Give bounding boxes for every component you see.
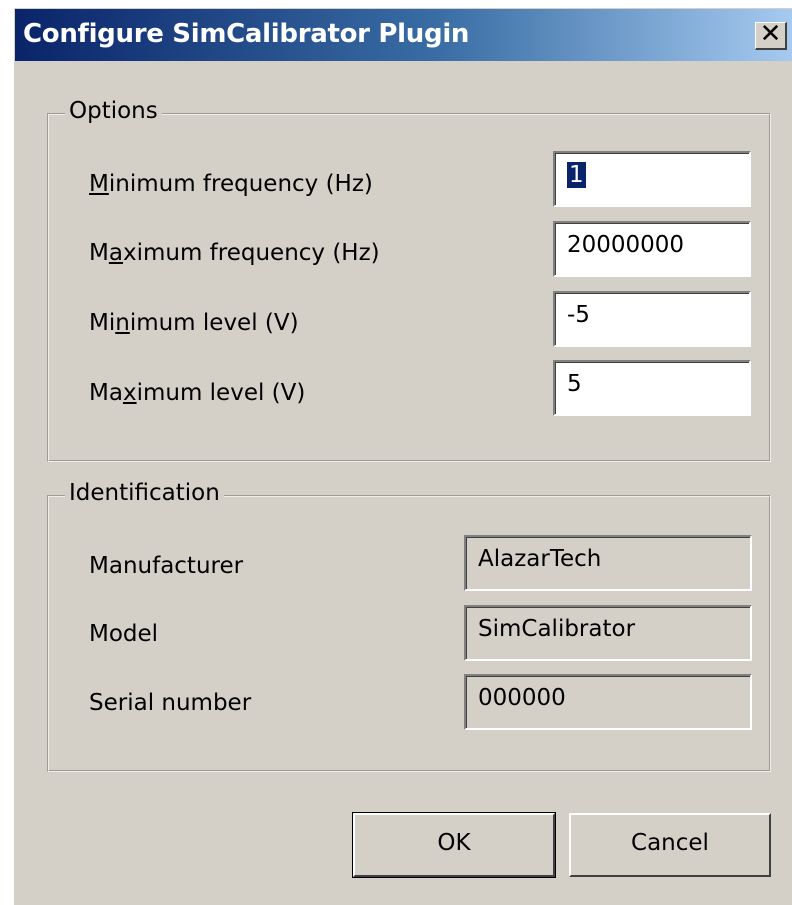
configure-dialog: Configure SimCalibrator Plugin ✕ Options… <box>14 8 792 905</box>
window-title: Configure SimCalibrator Plugin <box>23 19 470 49</box>
manufacturer-label: Manufacturer <box>89 553 244 579</box>
serial-number-field: 000000 <box>464 674 752 730</box>
close-button[interactable]: ✕ <box>755 19 787 50</box>
min-frequency-input[interactable]: 1 <box>553 151 751 207</box>
manufacturer-field: AlazarTech <box>464 535 752 591</box>
ok-button[interactable]: OK <box>352 812 556 878</box>
max-frequency-label: Maximum frequency (Hz) <box>89 240 380 266</box>
serial-number-label: Serial number <box>89 690 252 716</box>
max-level-label: Maximum level (V) <box>89 380 306 406</box>
cancel-button[interactable]: Cancel <box>569 813 771 877</box>
model-label: Model <box>89 621 159 647</box>
model-field: SimCalibrator <box>464 605 752 661</box>
options-group: Options Minimum frequency (Hz) 1 Maximum… <box>47 98 771 462</box>
max-level-input[interactable]: 5 <box>553 360 751 416</box>
min-level-label: Minimum level (V) <box>89 310 299 336</box>
identification-group: Identification Manufacturer AlazarTech M… <box>47 480 771 772</box>
identification-legend: Identification <box>65 480 224 506</box>
max-frequency-input[interactable]: 20000000 <box>553 221 751 277</box>
min-frequency-label: Minimum frequency (Hz) <box>89 171 373 197</box>
close-icon: ✕ <box>759 19 782 49</box>
options-legend: Options <box>65 98 162 124</box>
title-bar[interactable]: Configure SimCalibrator Plugin ✕ <box>15 9 792 61</box>
min-level-input[interactable]: -5 <box>553 291 751 347</box>
